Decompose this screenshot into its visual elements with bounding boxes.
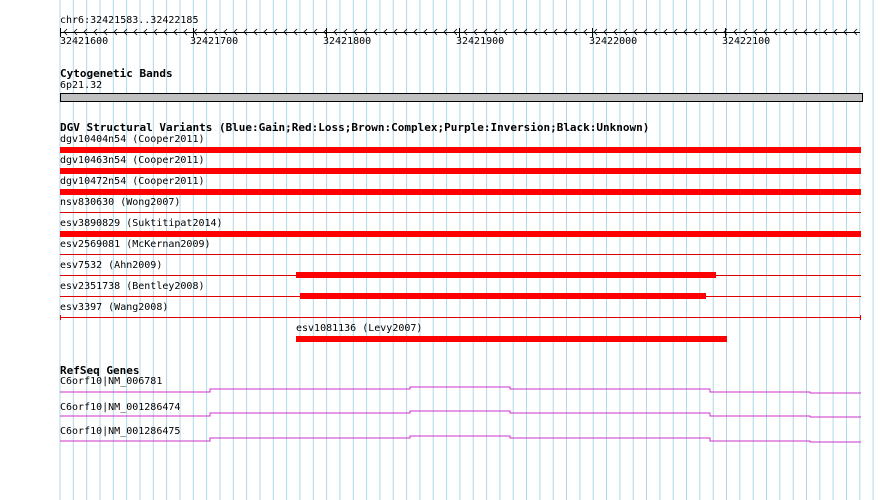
gene-model-line[interactable] <box>60 435 861 443</box>
gene-model-line[interactable] <box>60 386 861 394</box>
gene-model-line[interactable] <box>60 410 861 418</box>
gene-models[interactable] <box>0 0 890 500</box>
